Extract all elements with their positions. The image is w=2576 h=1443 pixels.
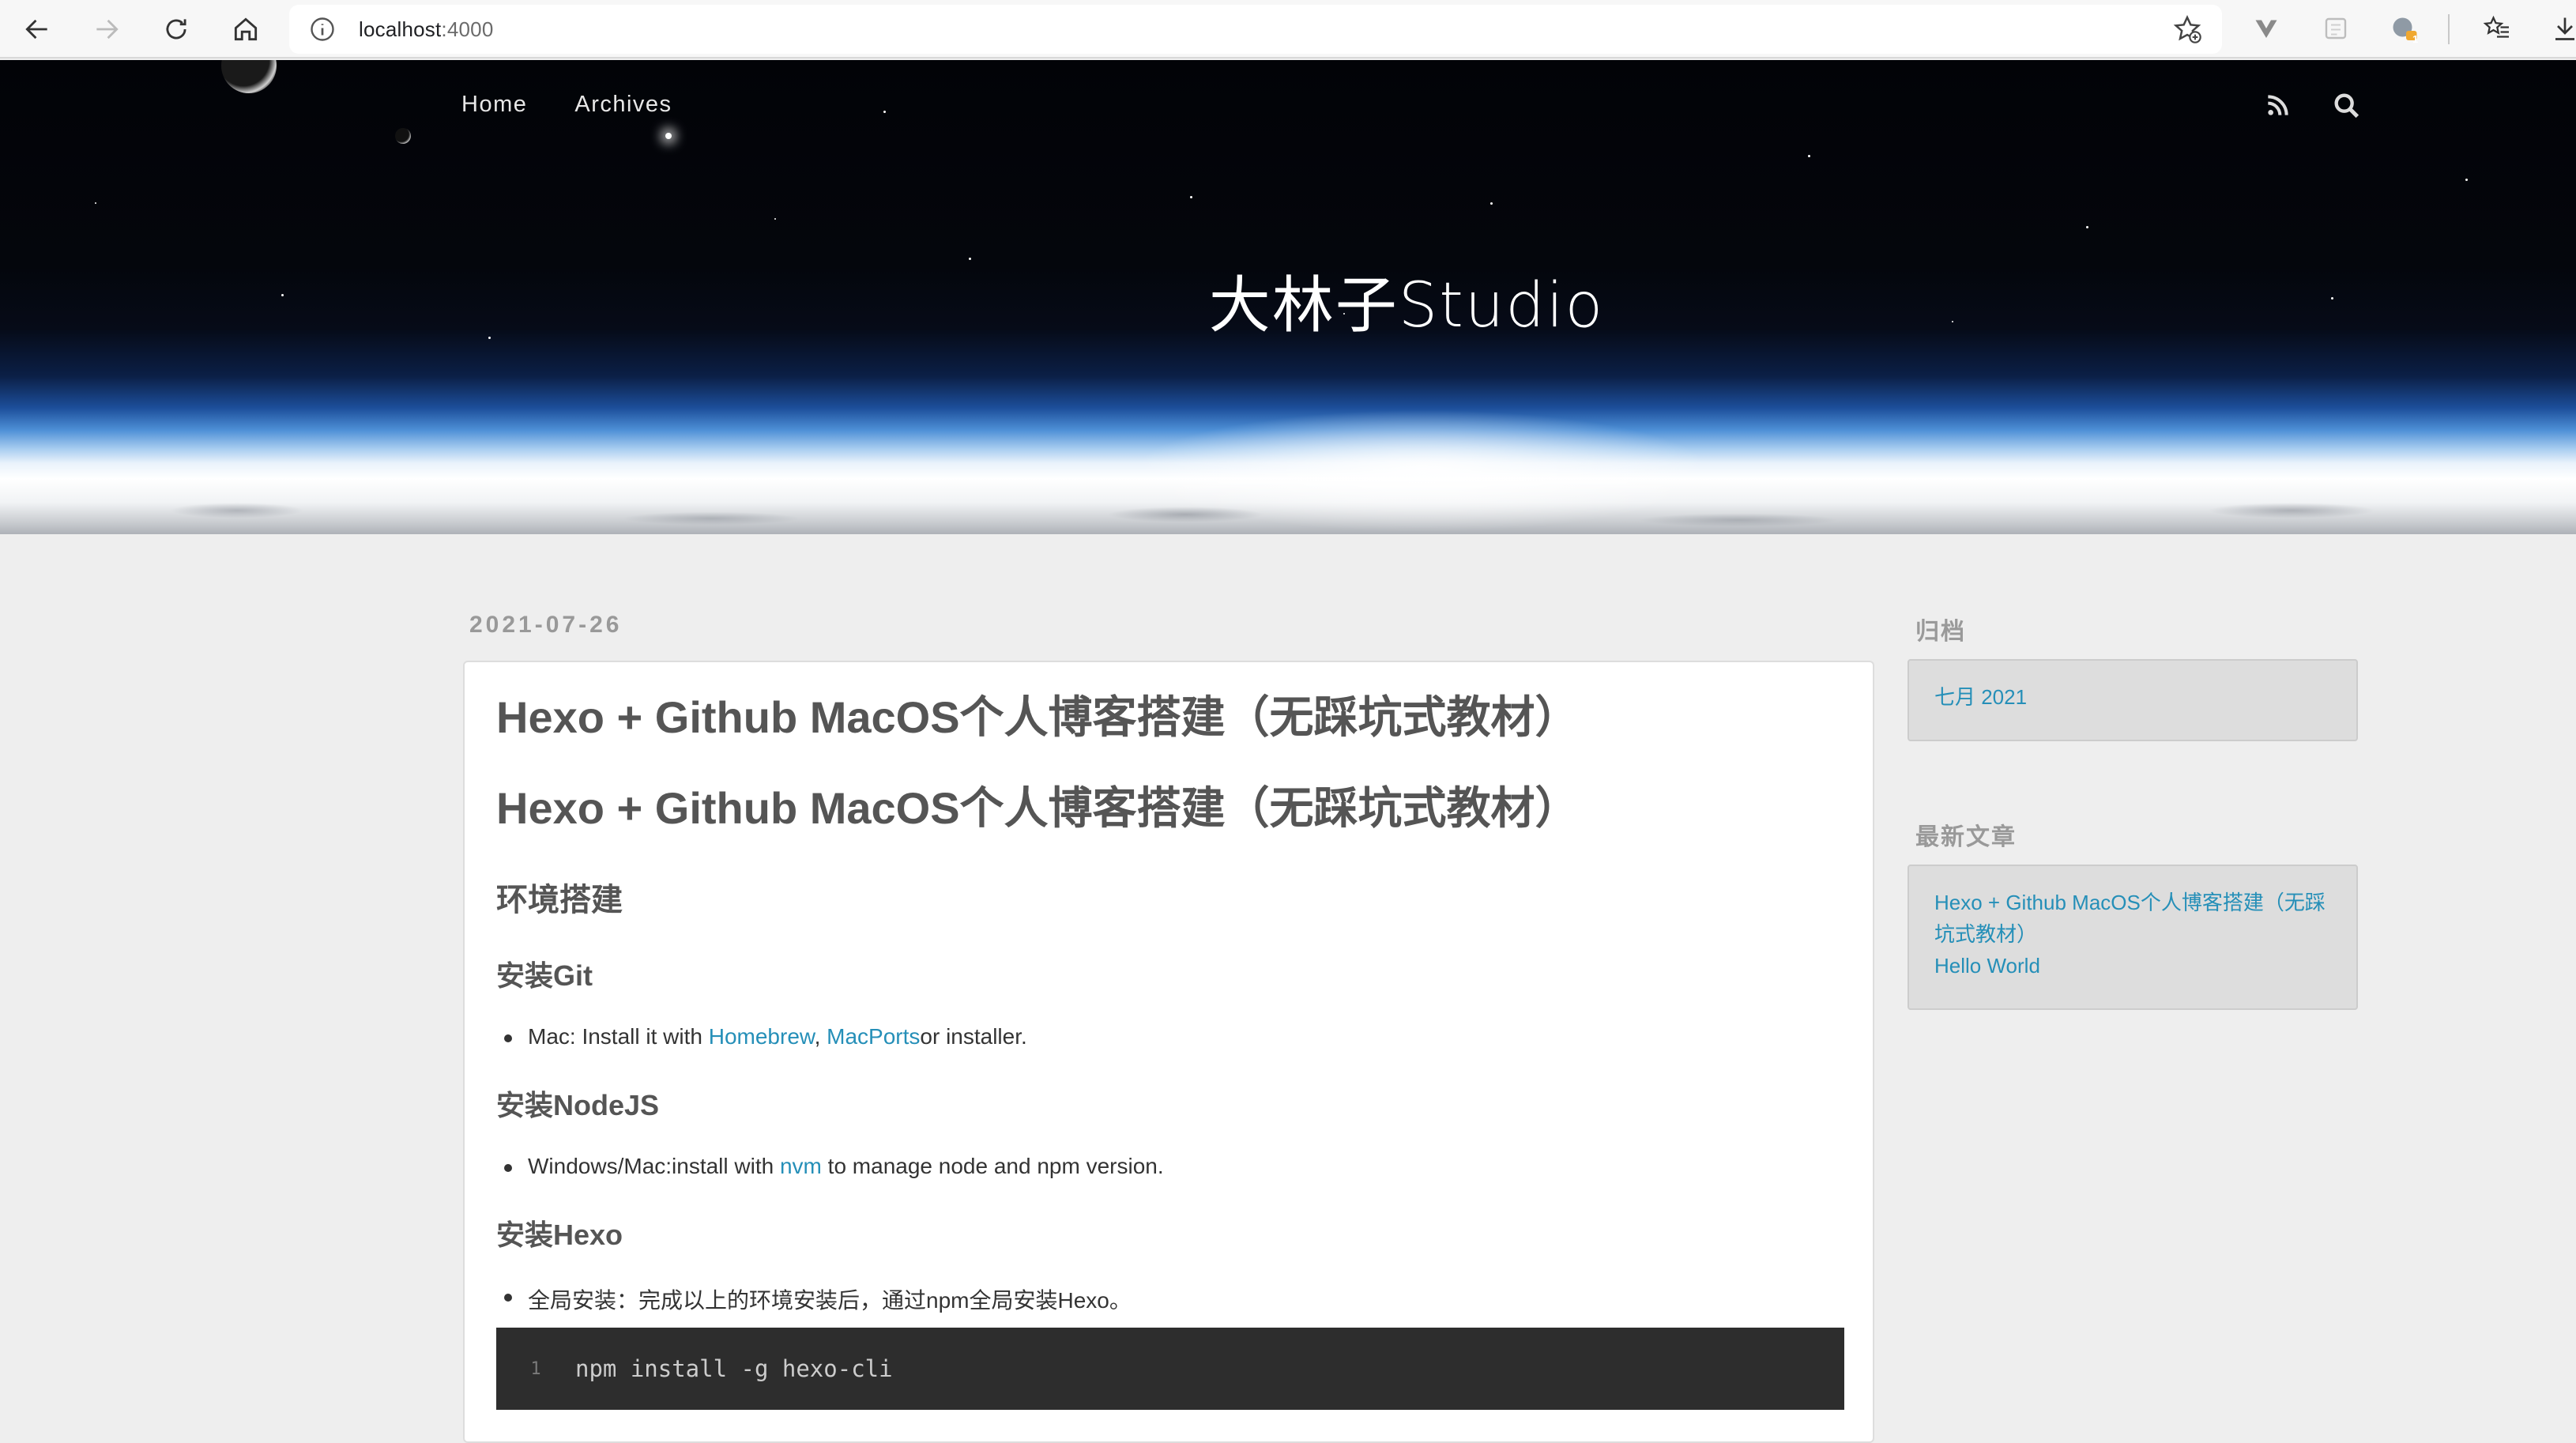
home-icon[interactable] [226, 9, 266, 49]
list-item-hexo: 全局安装：完成以上的环境安装后，通过npm全局安装Hexo。 [496, 1283, 1841, 1315]
banner-clouds [0, 487, 2576, 534]
post-title[interactable]: Hexo + Github MacOS个人博客搭建（无踩坑式教材） [496, 691, 1841, 744]
downloads-icon[interactable] [2548, 11, 2576, 46]
archive-link[interactable]: 七月 2021 [1934, 681, 2331, 713]
homebrew-link[interactable]: Homebrew [709, 1024, 815, 1049]
search-icon[interactable] [2331, 90, 2363, 122]
bright-star [665, 133, 672, 139]
back-icon[interactable] [17, 9, 57, 49]
toolbar-divider [2448, 14, 2450, 44]
git-text-sep: , [814, 1024, 827, 1049]
recent-post-link[interactable]: Hexo + Github MacOS个人博客搭建（无踩坑式教材） [1934, 887, 2331, 950]
moon-image [221, 60, 277, 93]
favorites-icon[interactable] [2480, 11, 2514, 46]
add-favorite-icon[interactable] [2171, 13, 2203, 45]
code-block[interactable]: 1 npm install -g hexo-cli [496, 1328, 1844, 1411]
vue-devtools-icon[interactable] [2249, 11, 2284, 46]
url-text[interactable]: localhost:4000 [359, 17, 494, 42]
archive-widget: 七月 2021 [1908, 659, 2358, 741]
list-item-git: Mac: Install it with Homebrew, MacPortso… [496, 1024, 1841, 1049]
address-bar[interactable]: localhost:4000 [289, 5, 2222, 54]
section-heading-env: 环境搭建 [496, 883, 623, 918]
rss-icon[interactable] [2262, 90, 2293, 122]
star [2465, 179, 2468, 181]
nav-home-link[interactable]: Home [461, 92, 527, 118]
profile-extension-icon[interactable]: 1 [2386, 11, 2421, 46]
git-text-prefix: Mac: Install it with [528, 1024, 709, 1049]
macports-link[interactable]: MacPorts [827, 1024, 920, 1049]
archive-heading: 归档 [1915, 619, 1966, 645]
recent-posts-widget: Hexo + Github MacOS个人博客搭建（无踩坑式教材） Hello … [1908, 865, 2358, 1010]
post-date[interactable]: 2021-07-26 [469, 612, 622, 639]
star [1490, 202, 1493, 205]
post-heading: Hexo + Github MacOS个人博客搭建（无踩坑式教材） [496, 783, 1580, 834]
url-port: :4000 [441, 17, 494, 41]
section-heading-git: 安装Git [496, 959, 593, 993]
star [774, 218, 776, 220]
node-text-suffix: to manage node and npm version. [821, 1154, 1164, 1179]
site-title[interactable]: 大林子Studio [0, 256, 2576, 345]
code-line-number: 1 [530, 1358, 541, 1379]
post-article: Hexo + Github MacOS个人博客搭建（无踩坑式教材） Hexo +… [463, 661, 1874, 1443]
list-item-node: Windows/Mac:install with nvm to manage n… [496, 1154, 1841, 1179]
forward-icon[interactable] [87, 9, 126, 49]
url-host: localhost [359, 17, 442, 41]
nvm-link[interactable]: nvm [780, 1154, 822, 1178]
reload-icon[interactable] [156, 9, 196, 49]
node-text-prefix: Windows/Mac:install with [528, 1154, 780, 1179]
star [1808, 155, 1810, 157]
main-nav: Home Archives [461, 92, 672, 118]
recent-posts-heading: 最新文章 [1915, 824, 2017, 850]
site-banner: Home Archives 大林子Studio [0, 60, 2576, 534]
info-icon[interactable] [308, 15, 337, 43]
extension-icon[interactable] [2318, 11, 2353, 46]
star [883, 111, 886, 113]
git-text-suffix: or installer. [920, 1024, 1027, 1049]
browser-toolbar: localhost:4000 1 [0, 0, 2576, 58]
section-heading-node: 安装NodeJS [496, 1089, 660, 1122]
code-line: npm install -g hexo-cli [575, 1355, 893, 1383]
extension-badge: 1 [2412, 33, 2419, 45]
nav-archives-link[interactable]: Archives [574, 92, 672, 118]
star [1190, 196, 1192, 198]
section-heading-hexo: 安装Hexo [496, 1219, 623, 1252]
small-planet-image [395, 128, 411, 144]
recent-post-link[interactable]: Hello World [1934, 950, 2331, 981]
star [95, 202, 96, 204]
star [2086, 226, 2088, 228]
